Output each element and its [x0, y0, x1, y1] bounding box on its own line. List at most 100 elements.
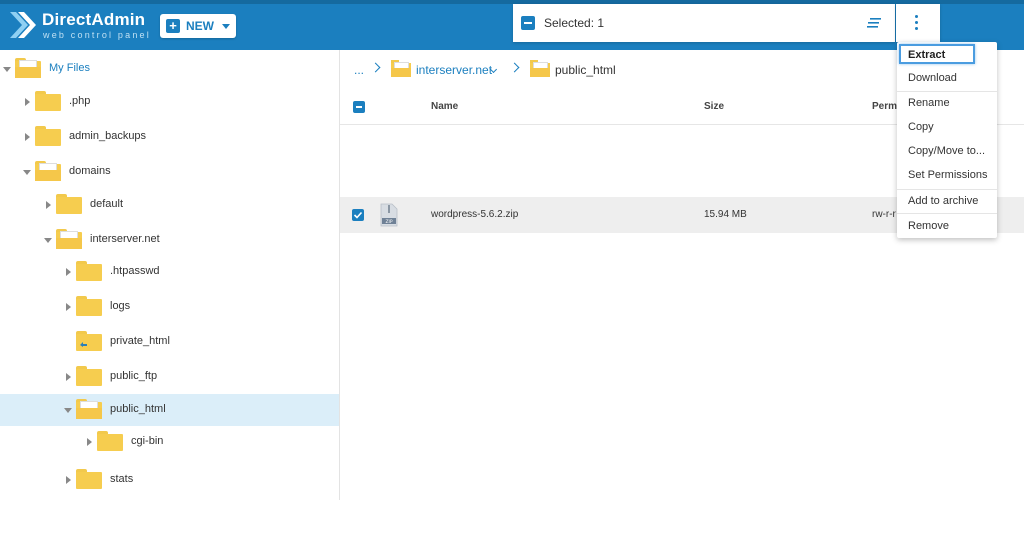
- tree-item-admin-backups[interactable]: admin_backups: [0, 121, 339, 153]
- tree-item-public-ftp[interactable]: public_ftp: [0, 361, 339, 393]
- menu-item-label: Download: [908, 72, 957, 84]
- file-permissions: rw-r-r: [872, 209, 896, 220]
- menu-item-add-to-archive[interactable]: Add to archive: [897, 189, 997, 213]
- chevron-down-icon[interactable]: [44, 238, 52, 243]
- context-menu: Extract Download Rename Copy Copy/Move t…: [897, 42, 997, 238]
- chevron-right-icon[interactable]: [25, 98, 30, 106]
- breadcrumb-current: public_html: [555, 63, 616, 77]
- kebab-menu-icon: [915, 15, 919, 31]
- tree-item-my-files[interactable]: My Files: [0, 53, 339, 85]
- deselect-checkbox[interactable]: [521, 16, 535, 30]
- tree-item-interserver-net[interactable]: interserver.net: [0, 224, 339, 256]
- menu-item-label: Remove: [908, 220, 949, 232]
- menu-item-label: Extract: [908, 49, 946, 61]
- folder-link-icon: [76, 331, 102, 351]
- column-name[interactable]: Name: [431, 101, 458, 112]
- tree-item-label: My Files: [49, 62, 90, 74]
- folder-open-icon: [76, 399, 102, 419]
- tree-item-logs[interactable]: logs: [0, 291, 339, 323]
- chevron-right-icon[interactable]: [66, 303, 71, 311]
- tree-item-label: private_html: [110, 335, 170, 347]
- chevron-right-icon: [370, 62, 381, 73]
- tree-item-label: .htpasswd: [110, 265, 160, 277]
- tree-item-label: stats: [110, 473, 134, 485]
- chevron-right-icon[interactable]: [25, 133, 30, 141]
- row-checkbox[interactable]: [352, 209, 364, 221]
- menu-item-label: Copy: [908, 121, 934, 133]
- folder-icon: [97, 431, 123, 451]
- chevron-right-icon[interactable]: [87, 438, 92, 446]
- selection-bar: Selected: 1: [513, 4, 895, 42]
- logo[interactable]: DirectAdmin web control panel: [8, 8, 158, 44]
- tree-item-label: logs: [110, 300, 131, 312]
- tree-item-cgi-bin[interactable]: cgi-bin: [0, 426, 339, 458]
- folder-icon: [76, 296, 102, 316]
- logo-chevron-icon: [10, 12, 36, 38]
- column-permissions[interactable]: Permi: [872, 101, 900, 112]
- menu-item-label: Copy/Move to...: [908, 145, 986, 157]
- file-name[interactable]: wordpress-5.6.2.zip: [431, 209, 518, 220]
- new-button[interactable]: + NEW: [160, 14, 236, 38]
- breadcrumb-item[interactable]: interserver.net: [416, 63, 492, 77]
- logo-title: DirectAdmin: [42, 10, 146, 29]
- breadcrumb-ellipsis[interactable]: ...: [354, 63, 364, 77]
- sort-icon[interactable]: [867, 17, 881, 29]
- logo-subtitle: web control panel: [43, 30, 151, 40]
- caret-down-icon: [222, 24, 230, 29]
- menu-item-set-permissions[interactable]: Set Permissions: [897, 163, 997, 187]
- tree-item-label: default: [90, 198, 124, 210]
- select-all-checkbox[interactable]: [353, 101, 365, 113]
- selection-count: Selected: 1: [544, 16, 605, 30]
- folder-open-icon: [391, 60, 411, 77]
- menu-item-download[interactable]: Download: [897, 66, 997, 90]
- tree-item-label: domains: [69, 165, 111, 177]
- svg-text:ZIP: ZIP: [385, 219, 392, 225]
- more-actions-button[interactable]: [896, 4, 940, 42]
- menu-item-label: Rename: [908, 97, 950, 109]
- tree-item-label: interserver.net: [90, 233, 160, 245]
- chevron-right-icon[interactable]: [66, 373, 71, 381]
- chevron-down-icon[interactable]: [23, 170, 31, 175]
- folder-icon: [76, 261, 102, 281]
- folder-icon: [76, 366, 102, 386]
- menu-item-remove[interactable]: Remove: [897, 214, 997, 238]
- tree-item-public-html[interactable]: public_html: [0, 394, 339, 426]
- chevron-right-icon[interactable]: [46, 201, 51, 209]
- file-tree: My Files .php admin_backups domains defa…: [0, 50, 340, 500]
- folder-icon: [35, 126, 61, 146]
- tree-item-label: admin_backups: [69, 130, 147, 142]
- chevron-down-icon[interactable]: [64, 408, 72, 413]
- folder-icon: [76, 469, 102, 489]
- new-button-label: NEW: [186, 19, 214, 33]
- chevron-right-icon[interactable]: [66, 476, 71, 484]
- tree-item-php[interactable]: .php: [0, 86, 339, 118]
- zip-file-icon: ZIP: [380, 203, 398, 227]
- tree-item-domains[interactable]: domains: [0, 156, 339, 188]
- chevron-down-icon[interactable]: [3, 67, 11, 72]
- folder-icon: [56, 194, 82, 214]
- folder-open-icon: [56, 229, 82, 249]
- tree-item-label: public_ftp: [110, 370, 158, 382]
- plus-icon: +: [166, 19, 180, 33]
- tree-item-default[interactable]: default: [0, 189, 339, 221]
- file-size: 15.94 MB: [704, 209, 747, 220]
- menu-item-label: Set Permissions: [908, 169, 988, 181]
- tree-item-label: public_html: [110, 403, 166, 415]
- folder-open-icon: [15, 58, 41, 78]
- menu-item-extract[interactable]: Extract: [899, 44, 975, 64]
- menu-item-label: Add to archive: [908, 195, 979, 207]
- folder-open-icon: [530, 60, 550, 77]
- column-size[interactable]: Size: [704, 101, 724, 112]
- tree-item-htpasswd[interactable]: .htpasswd: [0, 256, 339, 288]
- menu-item-copy-move[interactable]: Copy/Move to...: [897, 139, 997, 163]
- folder-open-icon: [35, 161, 61, 181]
- menu-item-copy[interactable]: Copy: [897, 115, 997, 139]
- folder-icon: [35, 91, 61, 111]
- tree-item-stats[interactable]: stats: [0, 464, 339, 496]
- tree-item-label: .php: [69, 95, 91, 107]
- chevron-right-icon: [509, 62, 520, 73]
- chevron-right-icon[interactable]: [66, 268, 71, 276]
- tree-item-private-html[interactable]: private_html: [0, 326, 339, 358]
- tree-item-label: cgi-bin: [131, 435, 164, 447]
- menu-item-rename[interactable]: Rename: [897, 91, 997, 115]
